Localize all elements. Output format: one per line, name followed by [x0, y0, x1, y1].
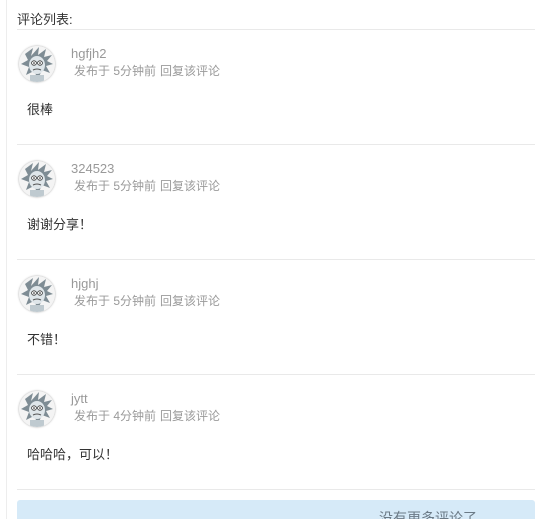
comment-content: 很棒	[27, 102, 54, 117]
comment-username[interactable]: hjghj	[71, 276, 98, 292]
reply-comment-link[interactable]: 回复该评论	[160, 294, 220, 308]
reply-comment-link[interactable]: 回复该评论	[160, 409, 220, 423]
comment-list-title: 评论列表:	[17, 12, 73, 27]
user-avatar-icon[interactable]	[19, 276, 55, 312]
comment-time: 发布于 5分钟前	[74, 179, 157, 193]
reply-comment-link[interactable]: 回复该评论	[160, 179, 220, 193]
load-more-label: 没有更多评论了	[379, 510, 477, 519]
user-avatar-icon[interactable]	[19, 161, 55, 197]
user-avatar-icon[interactable]	[19, 391, 55, 427]
comment-time: 发布于 5分钟前	[74, 64, 157, 78]
comment-content: 谢谢分享！	[27, 217, 93, 232]
comment-time: 发布于 5分钟前	[74, 294, 157, 308]
comment-meta: 发布于 5分钟前 回复该评论	[74, 63, 220, 79]
comment-item: hjghj 发布于 5分钟前 回复该评论 不错！	[17, 260, 535, 375]
comment-content: 哈哈哈，可以！	[27, 447, 119, 462]
left-divider	[6, 0, 7, 519]
comment-list-panel: 评论列表: hgfjh2 发布于 5分钟前 回复该评论 很棒 324523 发布…	[0, 0, 535, 519]
comment-meta: 发布于 5分钟前 回复该评论	[74, 178, 220, 194]
comment-meta: 发布于 4分钟前 回复该评论	[74, 408, 220, 424]
reply-comment-link[interactable]: 回复该评论	[160, 64, 220, 78]
comment-item: 324523 发布于 5分钟前 回复该评论 谢谢分享！	[17, 145, 535, 260]
comment-username[interactable]: jytt	[71, 391, 88, 407]
comment-item: hgfjh2 发布于 5分钟前 回复该评论 很棒	[17, 30, 535, 145]
comment-username[interactable]: hgfjh2	[71, 46, 106, 62]
comment-time: 发布于 4分钟前	[74, 409, 157, 423]
comment-item: jytt 发布于 4分钟前 回复该评论 哈哈哈，可以！	[17, 375, 535, 490]
load-more-button[interactable]: 没有更多评论了	[17, 500, 535, 519]
comment-username[interactable]: 324523	[71, 161, 114, 177]
comment-content: 不错！	[27, 332, 67, 347]
user-avatar-icon[interactable]	[19, 46, 55, 82]
comment-meta: 发布于 5分钟前 回复该评论	[74, 293, 220, 309]
comment-divider	[17, 489, 535, 490]
